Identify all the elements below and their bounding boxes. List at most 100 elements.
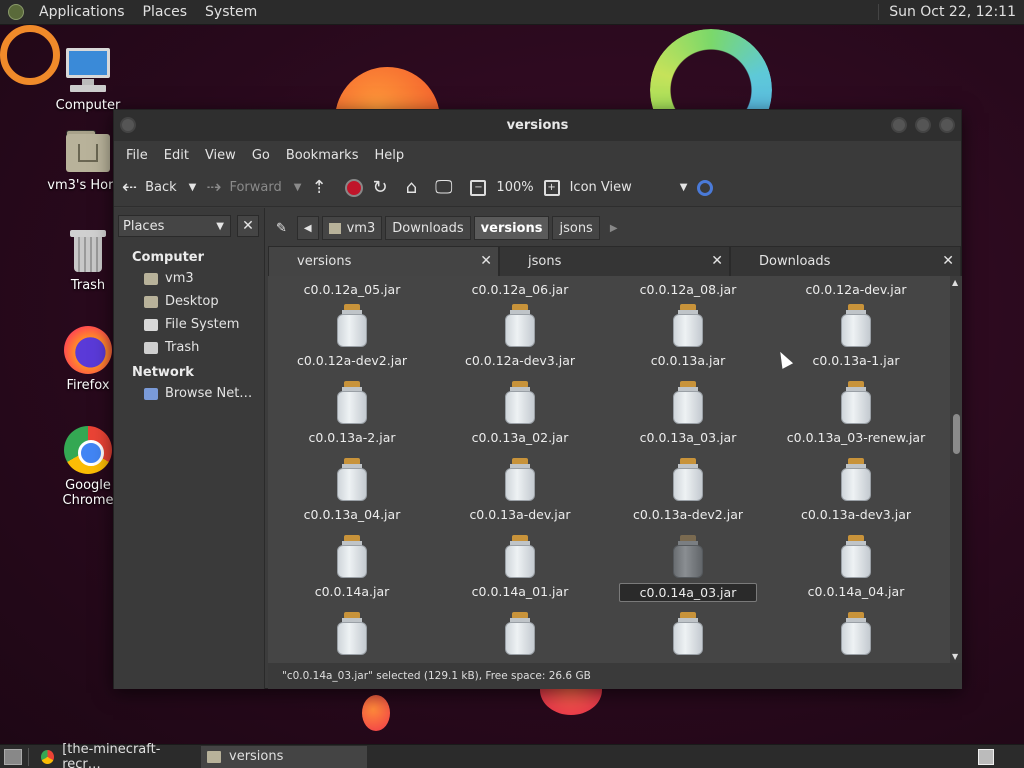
path-scroll-right-button[interactable]: ▶ [603, 216, 625, 240]
file-item[interactable]: c0.0.13a-dev.jar [436, 458, 604, 523]
home-button[interactable]: ⌂ [406, 177, 425, 198]
file-item[interactable]: c0.0.12a_05.jar [268, 281, 436, 298]
file-name: c0.0.12a_05.jar [303, 282, 401, 297]
chevron-down-icon: ▼ [679, 182, 688, 193]
back-button[interactable]: ⇠ Back ▼ [122, 177, 196, 198]
menu-bookmarks[interactable]: Bookmarks [278, 148, 367, 163]
tab-versions[interactable]: versions ✕ [268, 246, 499, 276]
jar-file-icon [840, 304, 872, 348]
file-item-selected[interactable]: c0.0.14a_03.jar [604, 535, 772, 602]
file-manager-window: versions File Edit View Go Bookmarks Hel… [113, 109, 962, 689]
tab-jsons[interactable]: jsons ✕ [499, 246, 730, 276]
file-item[interactable]: c0.0.13a.jar [604, 304, 772, 369]
close-button[interactable] [939, 117, 955, 133]
file-item[interactable]: c0.0.12a_06.jar [436, 281, 604, 298]
file-item[interactable]: c0.0.13a_03-renew.jar [772, 381, 940, 446]
bottom-taskbar: [the-minecraft-recr… versions [0, 742, 1024, 768]
file-item[interactable] [604, 612, 772, 660]
sidebar-item-browse-network[interactable]: Browse Net… [114, 382, 264, 405]
menu-applications[interactable]: Applications [30, 4, 134, 20]
tab-downloads[interactable]: Downloads ✕ [730, 246, 961, 276]
close-icon[interactable]: ✕ [711, 253, 723, 269]
zoom-level[interactable]: 100% [496, 180, 533, 195]
window-menu-button[interactable] [120, 117, 136, 133]
sidebar-item-label: File System [165, 317, 240, 332]
close-icon[interactable]: ✕ [480, 253, 492, 269]
stop-button[interactable] [344, 178, 363, 197]
menu-file[interactable]: File [118, 148, 156, 163]
file-item[interactable]: c0.0.14a_01.jar [436, 535, 604, 600]
menu-edit[interactable]: Edit [156, 148, 197, 163]
file-item[interactable] [772, 612, 940, 660]
top-panel: Applications Places System Sun Oct 22, 1… [0, 0, 1024, 25]
file-item[interactable]: c0.0.14a.jar [268, 535, 436, 600]
file-item[interactable]: c0.0.14a_04.jar [772, 535, 940, 600]
clock[interactable]: Sun Oct 22, 12:11 [878, 4, 1024, 20]
scroll-up-icon[interactable]: ▲ [952, 278, 958, 287]
file-item[interactable]: c0.0.13a-dev3.jar [772, 458, 940, 523]
workspace-switcher[interactable] [978, 748, 994, 765]
file-item[interactable]: c0.0.13a-dev2.jar [604, 458, 772, 523]
path-versions[interactable]: versions [473, 216, 550, 240]
path-scroll-left-button[interactable]: ◀ [296, 216, 319, 240]
sidebar-item-file-system[interactable]: File System [114, 313, 264, 336]
path-downloads[interactable]: Downloads [385, 216, 471, 240]
maximize-button[interactable] [915, 117, 931, 133]
file-item[interactable]: c0.0.13a_04.jar [268, 458, 436, 523]
file-item[interactable]: c0.0.13a_03.jar [604, 381, 772, 446]
file-item[interactable]: c0.0.12a-dev2.jar [268, 304, 436, 369]
distro-logo-icon[interactable] [8, 4, 24, 20]
zoom-out-icon: − [470, 179, 487, 196]
up-button[interactable]: ⇡ [311, 177, 334, 198]
taskbar-item-chrome[interactable]: [the-minecraft-recr… [35, 742, 197, 768]
jar-file-icon [840, 535, 872, 579]
scrollbar-thumb[interactable] [953, 414, 960, 454]
sidebar-close-button[interactable]: ✕ [237, 215, 259, 237]
file-name: c0.0.12a_08.jar [639, 282, 737, 297]
minimize-button[interactable] [891, 117, 907, 133]
sidebar-item-vm3[interactable]: vm3 [114, 267, 264, 290]
vertical-scrollbar[interactable]: ▲ ▼ [950, 276, 962, 663]
sidebar-item-trash[interactable]: Trash [114, 336, 264, 359]
menu-help[interactable]: Help [366, 148, 412, 163]
close-icon[interactable]: ✕ [942, 253, 954, 269]
zoom-in-button[interactable]: + [543, 179, 560, 196]
forward-button[interactable]: ⇢ Forward ▼ [206, 177, 301, 198]
chevron-down-icon[interactable]: ▼ [294, 182, 302, 193]
menu-go[interactable]: Go [244, 148, 278, 163]
file-item[interactable]: c0.0.13a-1.jar [772, 304, 940, 369]
file-item[interactable] [436, 612, 604, 660]
show-desktop-icon[interactable] [4, 748, 22, 765]
desktop-icon-computer[interactable]: Computer [38, 46, 138, 113]
window-titlebar[interactable]: versions [114, 110, 961, 141]
chevron-down-icon[interactable]: ▼ [189, 182, 197, 193]
file-item[interactable]: c0.0.12a-dev.jar [772, 281, 940, 298]
jar-file-icon [840, 381, 872, 425]
edit-location-button[interactable]: ✎ [269, 216, 294, 240]
file-item[interactable]: c0.0.12a_08.jar [604, 281, 772, 298]
sidebar-type-select[interactable]: Places ▼ [118, 215, 231, 237]
path-vm3[interactable]: vm3 [321, 216, 383, 240]
view-mode-select[interactable]: Icon View ▼ [570, 180, 688, 195]
file-item[interactable]: c0.0.13a-2.jar [268, 381, 436, 446]
file-icon-view[interactable]: c0.0.12a_05.jar c0.0.12a_06.jar c0.0.12a… [268, 276, 962, 663]
search-icon [697, 179, 714, 196]
scroll-down-icon[interactable]: ▼ [952, 652, 958, 661]
file-item[interactable]: c0.0.13a_02.jar [436, 381, 604, 446]
path-jsons[interactable]: jsons [552, 216, 600, 240]
sidebar-item-desktop[interactable]: Desktop [114, 290, 264, 313]
computer-button[interactable]: 🖵 [435, 177, 460, 198]
sidebar: Places ▼ ✕ Computer vm3 Desktop File Sys… [114, 208, 265, 689]
file-item[interactable]: c0.0.12a-dev3.jar [436, 304, 604, 369]
zoom-out-button[interactable]: − [470, 179, 487, 196]
file-item[interactable] [268, 612, 436, 660]
jar-file-icon [504, 304, 536, 348]
taskbar-item-versions[interactable]: versions [201, 745, 367, 768]
menu-view[interactable]: View [197, 148, 244, 163]
search-button[interactable] [697, 179, 714, 196]
jar-file-icon [336, 304, 368, 348]
reload-button[interactable]: ↻ [373, 177, 396, 198]
menu-places[interactable]: Places [134, 4, 197, 20]
file-name: c0.0.13a_02.jar [471, 430, 569, 445]
menu-system[interactable]: System [196, 4, 266, 20]
